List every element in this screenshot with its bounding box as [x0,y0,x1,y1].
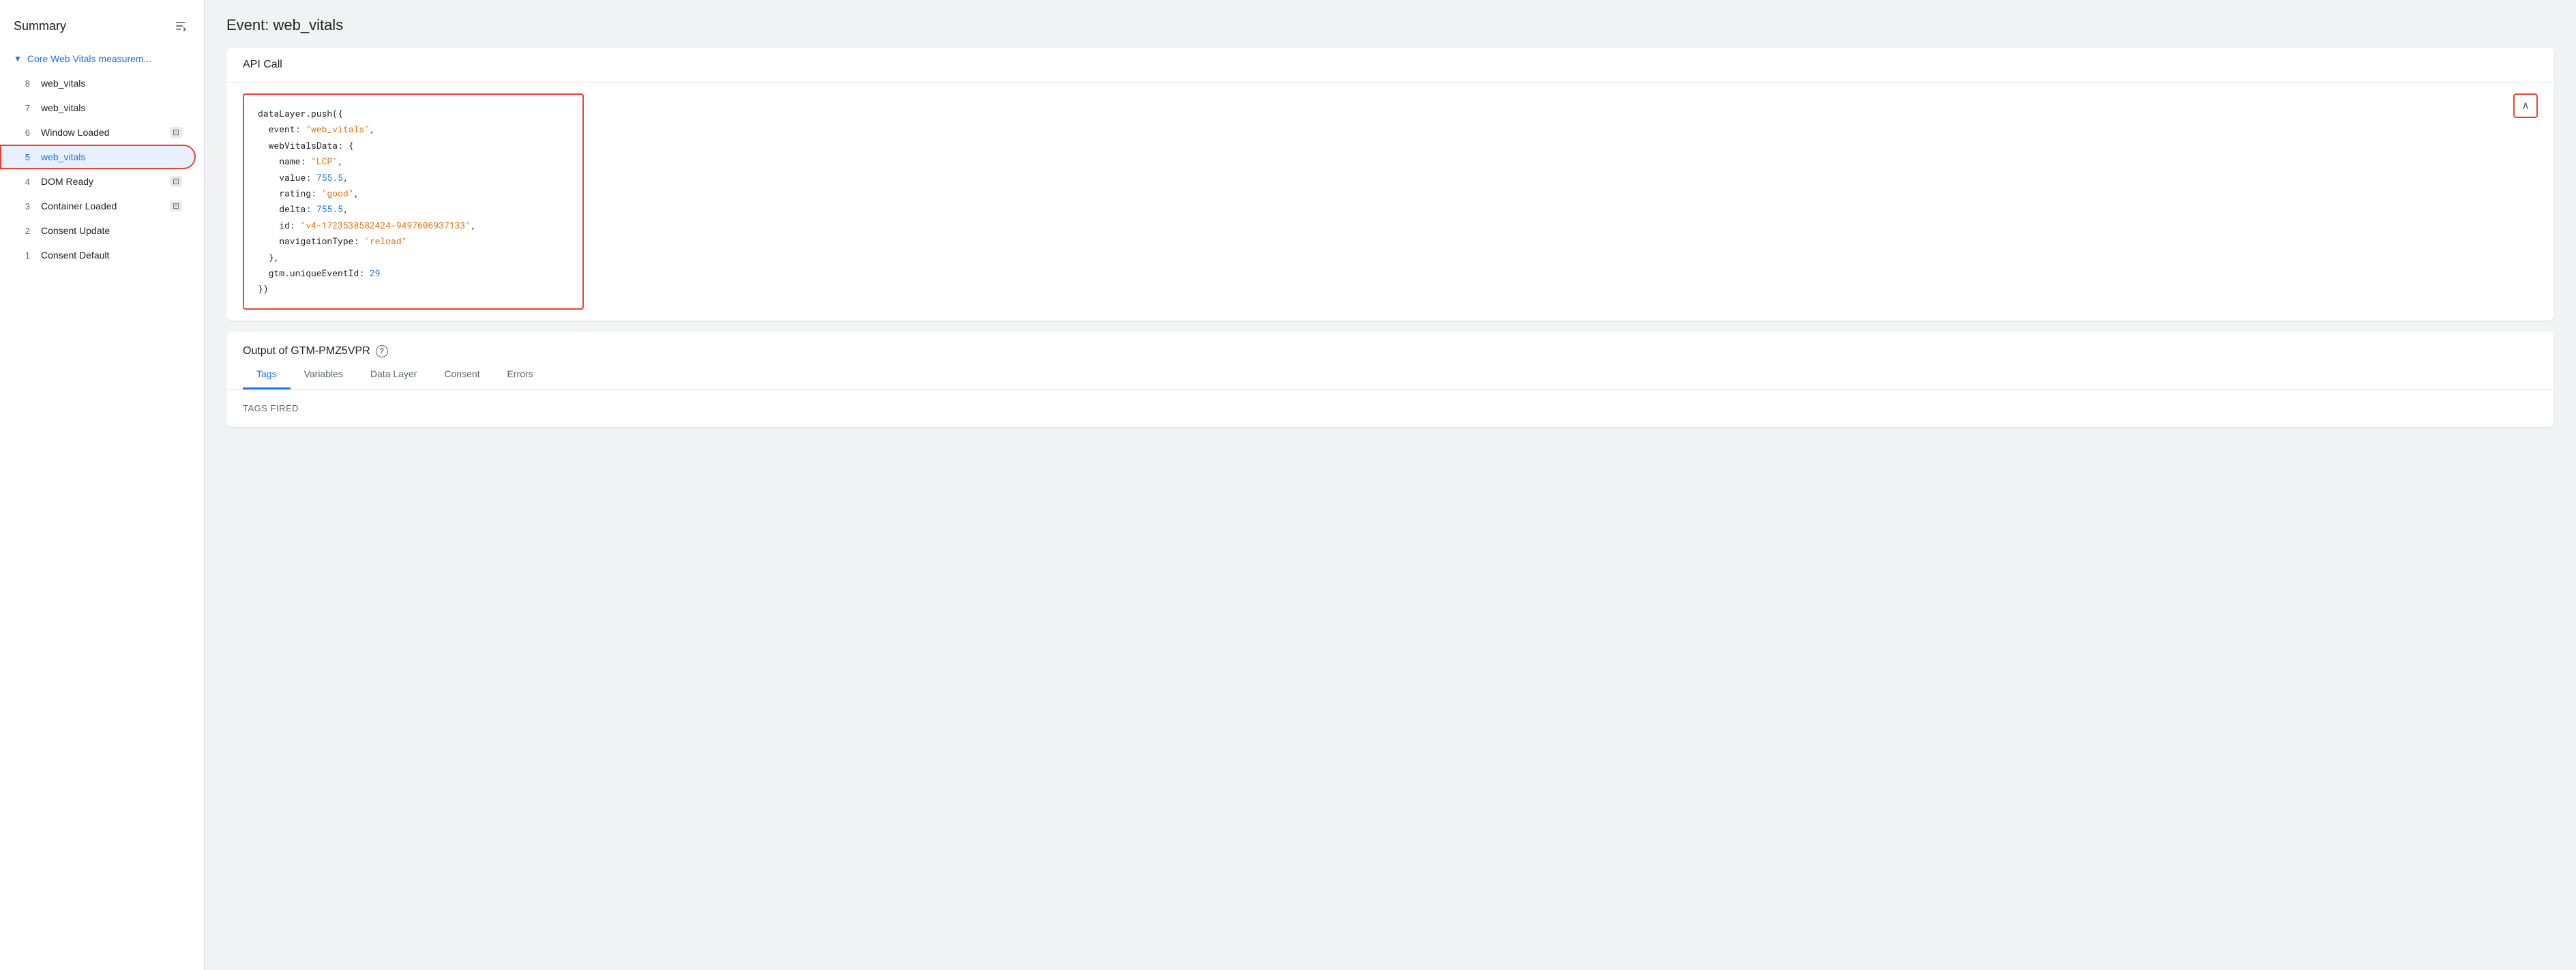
tab-content: Tags Fired [226,390,2554,427]
item-number: 4 [14,177,30,187]
item-number: 2 [14,226,30,236]
api-call-header: API Call [226,48,2554,83]
code-line-11: gtm.uniqueEventId: 29 [258,265,569,281]
item-number: 5 [14,152,30,162]
code-line-6: rating: "good", [258,186,569,201]
code-block: dataLayer.push({ event: "web_vitals", we… [243,93,584,310]
tab-consent[interactable]: Consent [430,360,493,390]
item-label: web_vitals [41,102,182,113]
tabs-bar: Tags Variables Data Layer Consent Errors [226,360,2554,390]
item-label: web_vitals [41,151,182,162]
output-label: Output of GTM-PMZ5VPR [243,345,370,357]
code-line-3: webVitalsData: { [258,138,569,153]
item-label: Container Loaded [41,201,164,211]
item-label: Consent Default [41,250,182,261]
tags-fired-label: Tags Fired [243,403,2538,413]
page-title: Event: web_vitals [226,16,2554,34]
sidebar-title: Summary [14,19,66,33]
sidebar-nav: ▼ Core Web Vitals measurem... 8 web_vita… [0,46,204,267]
collapse-button[interactable]: ∧ [2513,93,2538,118]
sidebar-item-6[interactable]: 6 Window Loaded ⊡ [0,120,196,145]
item-label: DOM Ready [41,176,164,187]
tab-tags[interactable]: Tags [243,360,291,390]
item-number: 3 [14,201,30,211]
api-call-card: API Call dataLayer.push({ event: "web_vi… [226,48,2554,321]
tab-variables[interactable]: Variables [291,360,357,390]
output-card-header: Output of GTM-PMZ5VPR ? [226,332,2554,357]
help-icon[interactable]: ? [376,345,388,357]
code-line-12: }) [258,281,569,297]
item-label: web_vitals [41,78,182,89]
chevron-down-icon: ▼ [14,54,22,63]
code-icon: ⊡ [170,201,182,211]
api-call-body: dataLayer.push({ event: "web_vitals", we… [226,83,2554,321]
code-line-5: value: 755.5, [258,170,569,186]
sidebar: Summary ▼ Core Web Vitals measurem... 8 … [0,0,205,970]
filter-button[interactable] [171,16,190,35]
item-number: 6 [14,128,30,138]
tab-errors[interactable]: Errors [494,360,547,390]
item-label: Consent Update [41,225,182,236]
sidebar-item-8[interactable]: 8 web_vitals [0,71,196,95]
code-line-4: name: "LCP", [258,153,569,169]
code-line-7: delta: 755.5, [258,201,569,217]
code-line-1: dataLayer.push({ [258,106,569,121]
item-number: 1 [14,250,30,261]
tab-data-layer[interactable]: Data Layer [357,360,430,390]
sidebar-item-1[interactable]: 1 Consent Default [0,243,196,267]
sidebar-item-3[interactable]: 3 Container Loaded ⊡ [0,194,196,218]
sidebar-item-5[interactable]: 5 web_vitals [0,145,196,169]
sidebar-group-core-web-vitals[interactable]: ▼ Core Web Vitals measurem... [0,46,204,71]
code-line-9: navigationType: "reload" [258,233,569,249]
code-icon: ⊡ [170,127,182,138]
output-card: Output of GTM-PMZ5VPR ? Tags Variables D… [226,332,2554,427]
item-number: 8 [14,78,30,89]
main-content: Event: web_vitals API Call dataLayer.pus… [205,0,2576,970]
sidebar-item-4[interactable]: 4 DOM Ready ⊡ [0,169,196,194]
code-line-2: event: "web_vitals", [258,121,569,137]
sidebar-group-label: Core Web Vitals measurem... [27,53,151,64]
code-line-10: }, [258,250,569,265]
code-icon: ⊡ [170,176,182,187]
sidebar-item-2[interactable]: 2 Consent Update [0,218,196,243]
item-number: 7 [14,103,30,113]
item-label: Window Loaded [41,127,164,138]
code-line-8: id: "v4-1723538582424-9497606937133", [258,218,569,233]
sidebar-header: Summary [0,11,204,46]
sidebar-item-7[interactable]: 7 web_vitals [0,95,196,120]
